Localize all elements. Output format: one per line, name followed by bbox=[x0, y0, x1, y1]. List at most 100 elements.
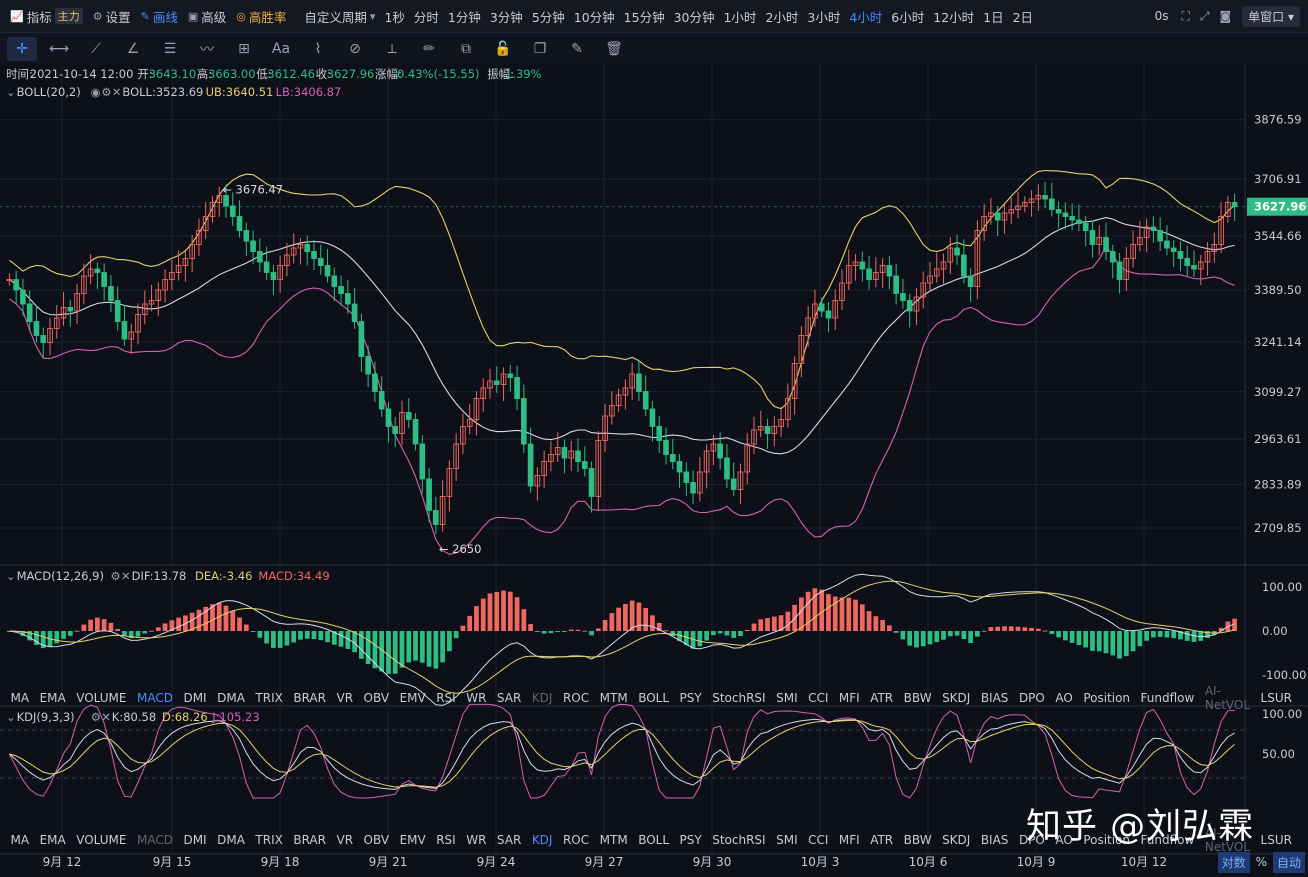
strip1-tab-dma[interactable]: DMA bbox=[217, 691, 245, 705]
strip1-tab-trix[interactable]: TRIX bbox=[255, 691, 282, 705]
period-10[interactable]: 3小时 bbox=[807, 7, 840, 26]
auto-scale-button[interactable]: 自动 bbox=[1272, 851, 1305, 873]
percent-scale-button[interactable]: % bbox=[1256, 855, 1267, 869]
custom-period-dropdown[interactable]: 自定义周期 ▾ bbox=[304, 7, 375, 26]
strip2-tab-wr[interactable]: WR bbox=[466, 833, 486, 847]
strip1-tab-ema[interactable]: EMA bbox=[40, 691, 66, 705]
trend-line-icon[interactable]: ⟋ bbox=[81, 37, 111, 61]
strip1-tab-cci[interactable]: CCI bbox=[808, 691, 828, 705]
period-14[interactable]: 1日 bbox=[983, 7, 1003, 26]
fullscreen-icon[interactable]: ⤢ bbox=[1200, 9, 1210, 24]
strip1-tab-bias[interactable]: BIAS bbox=[981, 691, 1009, 705]
strip2-tab-skdj[interactable]: SKDJ bbox=[942, 833, 970, 847]
period-15[interactable]: 2日 bbox=[1013, 7, 1033, 26]
strip2-tab-dmi[interactable]: DMI bbox=[183, 833, 206, 847]
delete-icon[interactable]: 🗑 bbox=[599, 37, 629, 61]
strip2-tab-ema[interactable]: EMA bbox=[40, 833, 66, 847]
period-8[interactable]: 1小时 bbox=[723, 7, 756, 26]
winrate-button[interactable]: ◎ 高胜率 bbox=[236, 7, 286, 26]
period-5[interactable]: 10分钟 bbox=[574, 7, 615, 26]
strip2-tab-trix[interactable]: TRIX bbox=[255, 833, 282, 847]
edit-icon[interactable]: ✎ bbox=[562, 37, 592, 61]
crosshair-icon[interactable]: ✛ bbox=[7, 36, 37, 61]
strip1-tab-skdj[interactable]: SKDJ bbox=[942, 691, 970, 705]
strip1-tab-ai-netvol[interactable]: AI-NetVOL bbox=[1205, 684, 1250, 712]
strip2-tab-atr[interactable]: ATR bbox=[870, 833, 893, 847]
strip2-tab-vr[interactable]: VR bbox=[336, 833, 353, 847]
strip1-tab-mfi[interactable]: MFI bbox=[839, 691, 860, 705]
draw-button[interactable]: ✎ 画线 bbox=[141, 7, 178, 26]
strip1-tab-lsur[interactable]: LSUR bbox=[1261, 691, 1292, 705]
strip2-tab-roc[interactable]: ROC bbox=[563, 833, 589, 847]
strip1-tab-dmi[interactable]: DMI bbox=[183, 691, 206, 705]
period-11[interactable]: 4小时 bbox=[849, 7, 882, 26]
strip2-tab-bias[interactable]: BIAS bbox=[981, 833, 1009, 847]
strip2-tab-dma[interactable]: DMA bbox=[217, 833, 245, 847]
period-12[interactable]: 6小时 bbox=[891, 7, 924, 26]
strip1-tab-atr[interactable]: ATR bbox=[870, 691, 893, 705]
log-scale-button[interactable]: 对数 bbox=[1217, 851, 1250, 873]
strip2-tab-brar[interactable]: BRAR bbox=[293, 833, 326, 847]
strip1-tab-macd[interactable]: MACD bbox=[137, 691, 173, 705]
strip1-tab-rsi[interactable]: RSI bbox=[436, 691, 456, 705]
expand-icon[interactable]: ⛶ bbox=[1181, 9, 1189, 24]
strip2-tab-volume[interactable]: VOLUME bbox=[76, 833, 126, 847]
ruler-icon[interactable]: ⟂ bbox=[377, 37, 407, 61]
camera-icon[interactable]: ◙ bbox=[1219, 9, 1231, 23]
period-6[interactable]: 15分钟 bbox=[624, 7, 665, 26]
strip2-tab-sar[interactable]: SAR bbox=[497, 833, 521, 847]
strip1-tab-roc[interactable]: ROC bbox=[563, 691, 589, 705]
strip1-tab-sar[interactable]: SAR bbox=[497, 691, 521, 705]
strip1-tab-smi[interactable]: SMI bbox=[776, 691, 798, 705]
strip2-tab-psy[interactable]: PSY bbox=[680, 833, 702, 847]
pencil-icon[interactable]: ✏ bbox=[414, 37, 444, 61]
period-3[interactable]: 3分钟 bbox=[490, 7, 523, 26]
indicators-button[interactable]: 📈 指标 主力 bbox=[10, 7, 83, 26]
strip2-tab-smi[interactable]: SMI bbox=[776, 833, 798, 847]
strip2-tab-lsur[interactable]: LSUR bbox=[1261, 833, 1292, 847]
strip2-tab-stochrsi[interactable]: StochRSI bbox=[712, 833, 765, 847]
strip1-tab-bbw[interactable]: BBW bbox=[904, 691, 932, 705]
pattern-icon[interactable]: ⊘ bbox=[340, 37, 370, 61]
wave-icon[interactable]: 〰 bbox=[192, 37, 222, 61]
strip2-tab-ma[interactable]: MA bbox=[11, 833, 30, 847]
strip1-tab-position[interactable]: Position bbox=[1083, 691, 1130, 705]
strip2-tab-rsi[interactable]: RSI bbox=[436, 833, 456, 847]
strip2-tab-emv[interactable]: EMV bbox=[400, 833, 426, 847]
strip1-tab-mtm[interactable]: MTM bbox=[600, 691, 628, 705]
period-13[interactable]: 12小时 bbox=[933, 7, 974, 26]
strip2-tab-bbw[interactable]: BBW bbox=[904, 833, 932, 847]
strip1-tab-volume[interactable]: VOLUME bbox=[76, 691, 126, 705]
window-mode-dropdown[interactable]: 单窗口 ▾ bbox=[1242, 5, 1300, 27]
strip1-tab-boll[interactable]: BOLL bbox=[638, 691, 669, 705]
strip1-tab-emv[interactable]: EMV bbox=[400, 691, 426, 705]
horizontal-line-icon[interactable]: ⟷ bbox=[44, 37, 74, 61]
period-1[interactable]: 分时 bbox=[414, 7, 439, 26]
strip2-tab-obv[interactable]: OBV bbox=[364, 833, 390, 847]
brush-icon[interactable]: ⌇ bbox=[303, 37, 333, 61]
strip1-tab-ma[interactable]: MA bbox=[11, 691, 30, 705]
period-2[interactable]: 1分钟 bbox=[448, 7, 481, 26]
strip1-tab-psy[interactable]: PSY bbox=[680, 691, 702, 705]
period-4[interactable]: 5分钟 bbox=[532, 7, 565, 26]
angle-icon[interactable]: ∠ bbox=[118, 37, 148, 61]
strip1-tab-brar[interactable]: BRAR bbox=[293, 691, 326, 705]
period-0[interactable]: 1秒 bbox=[384, 7, 404, 26]
measure-icon[interactable]: ⧉ bbox=[451, 37, 481, 61]
strip1-tab-ao[interactable]: AO bbox=[1055, 691, 1072, 705]
strip1-tab-fundflow[interactable]: Fundflow bbox=[1141, 691, 1195, 705]
copy-icon[interactable]: ❐ bbox=[525, 37, 555, 61]
strip1-tab-stochrsi[interactable]: StochRSI bbox=[712, 691, 765, 705]
strip1-tab-wr[interactable]: WR bbox=[466, 691, 486, 705]
period-9[interactable]: 2小时 bbox=[765, 7, 798, 26]
strip2-tab-mfi[interactable]: MFI bbox=[839, 833, 860, 847]
settings-button[interactable]: ⚙ 设置 bbox=[93, 7, 131, 26]
strip2-tab-mtm[interactable]: MTM bbox=[600, 833, 628, 847]
strip1-tab-obv[interactable]: OBV bbox=[364, 691, 390, 705]
strip1-tab-vr[interactable]: VR bbox=[336, 691, 353, 705]
strip2-tab-boll[interactable]: BOLL bbox=[638, 833, 669, 847]
lock-icon[interactable]: 🔓 bbox=[488, 37, 518, 61]
chart-canvas[interactable]: 3876.59 3706.91 3544.66 3389.50 3241.14 3099.… bbox=[0, 64, 1308, 877]
strip2-tab-macd[interactable]: MACD bbox=[137, 833, 173, 847]
parallel-channel-icon[interactable]: ☰ bbox=[155, 37, 185, 61]
